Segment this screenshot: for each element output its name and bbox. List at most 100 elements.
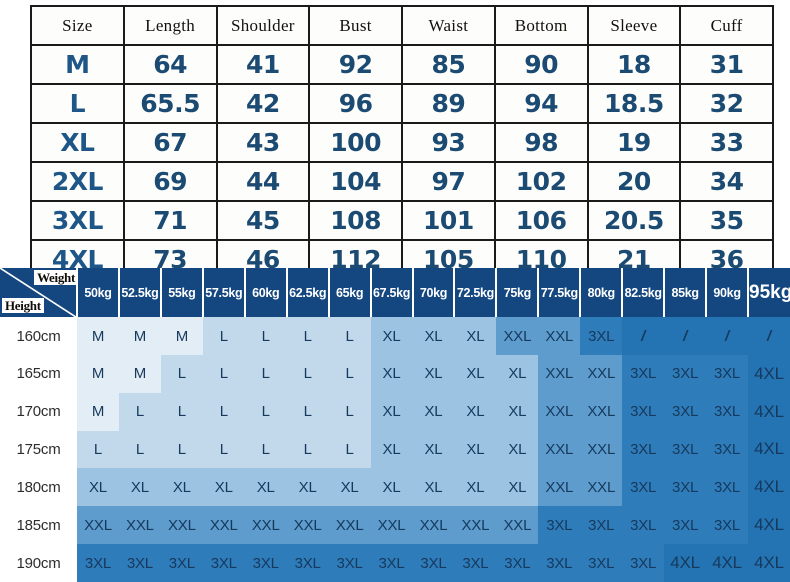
- weight-column-header: 52.5kg: [118, 268, 162, 318]
- weight-column-header: 67.5kg: [370, 268, 414, 318]
- size-cell: 4XL: [748, 468, 790, 507]
- weight-column-header: 55kg: [160, 268, 204, 318]
- size-cell: 4XL: [748, 392, 790, 431]
- size-cell: XL: [118, 468, 161, 507]
- measurement-value-cell: 69: [122, 161, 218, 202]
- size-cell: 4XL: [748, 544, 790, 582]
- size-cell: XXL: [580, 430, 623, 469]
- weight-column-header: 65kg: [328, 268, 372, 318]
- size-cell: 3XL: [244, 544, 287, 582]
- size-cell: 4XL: [748, 430, 790, 469]
- weight-column-header: 70kg: [412, 268, 456, 318]
- size-cell: XL: [454, 392, 497, 431]
- measurement-row: 2XL 69 44 104 97 102 20 34: [30, 161, 774, 202]
- measurement-value-cell: 35: [679, 200, 774, 241]
- measurement-row: XL 67 43 100 93 98 19 33: [30, 122, 774, 163]
- col-header-bust: Bust: [308, 5, 403, 46]
- size-cell: L: [286, 354, 329, 393]
- size-cell: XL: [496, 468, 539, 507]
- size-recommendation-matrix-section: Weight Height 50kg 52.5kg 55kg 57.5kg 60kg 62.5…: [0, 268, 790, 582]
- size-cell: XL: [454, 430, 497, 469]
- size-cell: L: [202, 317, 245, 355]
- measurement-row: M 64 41 92 85 90 18 31: [30, 44, 774, 85]
- size-cell: 3XL: [622, 468, 665, 507]
- measurement-value-cell: 106: [493, 200, 589, 241]
- size-cell: XL: [202, 468, 245, 507]
- size-cell: L: [328, 317, 371, 355]
- size-cell: XL: [370, 468, 413, 507]
- size-cell: 3XL: [328, 544, 371, 582]
- measurement-value-cell: 97: [401, 161, 496, 202]
- measurement-value-cell: 31: [679, 44, 774, 85]
- size-cell: 3XL: [496, 544, 539, 582]
- col-header-cuff: Cuff: [679, 5, 774, 46]
- measurement-value-cell: 100: [308, 122, 403, 163]
- size-cell: XXL: [160, 506, 203, 545]
- size-cell: XXL: [580, 392, 623, 431]
- measurement-value-cell: 94: [493, 83, 589, 124]
- corner-height-label: Height: [2, 298, 44, 314]
- size-cell: XXL: [580, 468, 623, 507]
- measurement-value-cell: 92: [308, 44, 403, 85]
- size-cell: 3XL: [412, 544, 455, 582]
- size-cell: XL: [454, 317, 497, 355]
- size-cell: 3XL: [622, 544, 665, 582]
- size-cell: L: [160, 392, 203, 431]
- size-cell: 4XL: [706, 544, 748, 582]
- size-cell: 4XL: [664, 544, 707, 582]
- size-cell: 3XL: [538, 544, 581, 582]
- size-cell: 3XL: [706, 506, 748, 545]
- col-header-length: Length: [122, 5, 218, 46]
- size-cell: 3XL: [622, 430, 665, 469]
- matrix-row: 170cm M L L L L L L XL XL XL XL XXL XXL 3XL 3XL 3XL 4XL: [0, 392, 790, 431]
- height-row-header: 165cm: [0, 354, 77, 393]
- size-cell: XL: [370, 317, 413, 355]
- size-cell: XL: [496, 430, 539, 469]
- matrix-corner-cell: Weight Height: [0, 268, 78, 318]
- size-cell: 3XL: [664, 506, 707, 545]
- size-cell: XL: [454, 354, 497, 393]
- size-cell: L: [160, 430, 203, 469]
- weight-column-header: 57.5kg: [202, 268, 246, 318]
- size-cell: L: [160, 354, 203, 393]
- weight-column-header: 80kg: [580, 268, 624, 318]
- measurement-value-cell: 42: [215, 83, 311, 124]
- size-cell: 3XL: [664, 392, 707, 431]
- matrix-row: 190cm 3XL 3XL 3XL 3XL 3XL 3XL 3XL 3XL 3XL 3XL 3XL 3X…: [0, 544, 790, 582]
- size-cell: 3XL: [580, 317, 623, 355]
- size-cell: XL: [244, 468, 287, 507]
- size-cell: XXL: [538, 468, 581, 507]
- size-cell: XXL: [370, 506, 413, 545]
- weight-column-header: 72.5kg: [454, 268, 498, 318]
- size-cell: XXL: [496, 506, 539, 545]
- measurement-value-cell: 101: [401, 200, 496, 241]
- measurement-value-cell: 45: [215, 200, 311, 241]
- measurement-table-section: Size Length Shoulder Bust Waist Bottom S…: [0, 0, 790, 280]
- size-cell: XL: [412, 392, 455, 431]
- size-cell: XXL: [538, 317, 581, 355]
- col-header-sleeve: Sleeve: [586, 5, 682, 46]
- size-cell: /: [706, 317, 748, 355]
- size-cell: 3XL: [706, 430, 748, 469]
- measurement-value-cell: 93: [401, 122, 496, 163]
- measurement-table: Size Length Shoulder Bust Waist Bottom S…: [30, 5, 774, 280]
- size-cell: XL: [412, 430, 455, 469]
- height-row-header: 190cm: [0, 544, 77, 582]
- matrix-header-row: Weight Height 50kg 52.5kg 55kg 57.5kg 60kg 62.5…: [0, 268, 790, 318]
- measurement-table-body: M 64 41 92 85 90 18 31 L 65.5 42 96 89 94 18.5 32 XL 67 43…: [30, 44, 774, 280]
- size-cell: 3XL: [706, 354, 748, 393]
- measurement-value-cell: 20.5: [586, 200, 682, 241]
- size-cell: 3XL: [454, 544, 497, 582]
- measurement-value-cell: 98: [493, 122, 589, 163]
- size-cell: /: [622, 317, 665, 355]
- measurement-value-cell: 96: [308, 83, 403, 124]
- size-cell: XXL: [580, 354, 623, 393]
- size-cell: 3XL: [538, 506, 581, 545]
- measurement-value-cell: 85: [401, 44, 496, 85]
- weight-column-header: 50kg: [77, 268, 120, 318]
- matrix-body: Weight Height 50kg 52.5kg 55kg 57.5kg 60kg 62.5…: [0, 268, 790, 582]
- measurement-value-cell: 18.5: [586, 83, 682, 124]
- col-header-waist: Waist: [401, 5, 496, 46]
- weight-column-header: 82.5kg: [622, 268, 666, 318]
- size-cell: 3XL: [664, 430, 707, 469]
